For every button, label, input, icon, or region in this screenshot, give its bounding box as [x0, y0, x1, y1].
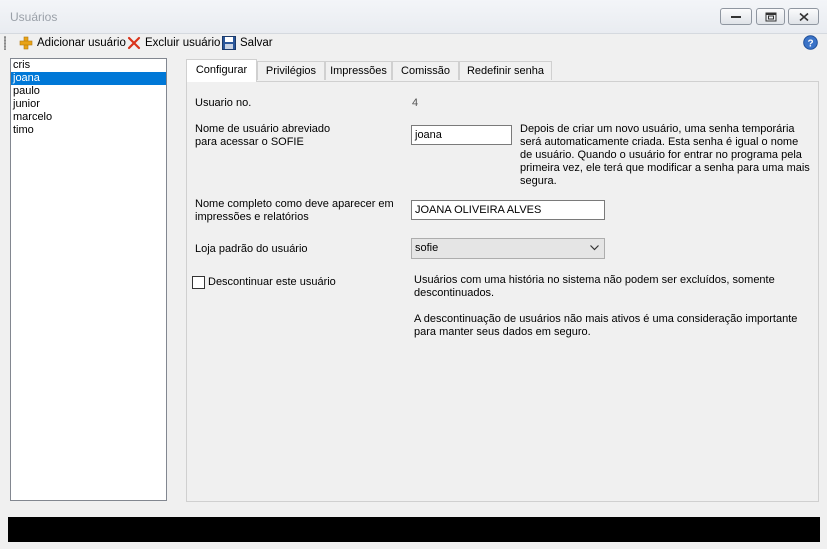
- minimize-icon: [731, 15, 741, 18]
- short-name-help-text: Depois de criar um novo usuário, uma sen…: [520, 123, 810, 187]
- window-title: Usuários: [10, 10, 58, 24]
- full-name-label-line2: impressões e relatórios: [195, 211, 309, 223]
- short-name-label-line1: Nome de usuário abreviado: [195, 123, 331, 135]
- user-no-label: Usuario no.: [195, 97, 252, 109]
- store-select-value: sofie: [415, 242, 439, 254]
- list-item[interactable]: marcelo: [11, 111, 166, 124]
- discontinue-checkbox[interactable]: [192, 276, 205, 289]
- maximize-button[interactable]: [756, 8, 785, 25]
- x-icon: [126, 35, 142, 51]
- full-name-input[interactable]: JOANA OLIVEIRA ALVES: [411, 200, 605, 220]
- list-item[interactable]: junior: [11, 98, 166, 111]
- users-window: Usuários Adicionar usuário Excluir usuár…: [0, 0, 827, 549]
- discontinue-label[interactable]: Descontinuar este usuário: [208, 276, 336, 289]
- store-select[interactable]: sofie: [411, 238, 605, 259]
- discontinue-info-2: A descontinuação de usuários não mais at…: [414, 313, 798, 338]
- list-item[interactable]: cris: [11, 59, 166, 72]
- list-item[interactable]: joana: [11, 72, 166, 85]
- save-button[interactable]: Salvar: [221, 34, 273, 52]
- tab-impressoes[interactable]: Impressões: [325, 61, 392, 80]
- tab-comissao[interactable]: Comissão: [392, 61, 459, 80]
- delete-user-button[interactable]: Excluir usuário: [126, 34, 220, 52]
- toolbar: Adicionar usuário Excluir usuário Salvar…: [0, 33, 827, 53]
- list-item[interactable]: timo: [11, 124, 166, 137]
- store-label: Loja padrão do usuário: [195, 243, 308, 255]
- tab-redefinir-senha[interactable]: Redefinir senha: [459, 61, 552, 80]
- tab-privilegios[interactable]: Privilégios: [257, 61, 325, 80]
- short-name-label: Nome de usuário abreviado para acessar o…: [195, 123, 330, 149]
- tab-configurar[interactable]: Configurar: [186, 59, 257, 82]
- user-no-value: 4: [412, 97, 419, 109]
- delete-user-label: Excluir usuário: [145, 37, 221, 49]
- user-list[interactable]: cris joana paulo junior marcelo timo: [10, 58, 167, 501]
- floppy-disk-icon: [221, 35, 237, 51]
- full-name-label: Nome completo como deve aparecer em impr…: [195, 198, 394, 224]
- discontinue-info-1: Usuários com uma história no sistema não…: [414, 274, 775, 299]
- status-bar: [8, 517, 820, 542]
- short-name-label-line2: para acessar o SOFIE: [195, 136, 304, 148]
- add-user-label: Adicionar usuário: [37, 37, 126, 49]
- add-user-button[interactable]: Adicionar usuário: [18, 34, 126, 52]
- help-question-icon[interactable]: ?: [803, 35, 818, 50]
- close-icon: [798, 12, 809, 21]
- restore-icon: [765, 12, 776, 21]
- save-label: Salvar: [240, 37, 273, 49]
- short-name-input[interactable]: joana: [411, 125, 512, 145]
- toolbar-grip[interactable]: [4, 36, 6, 50]
- list-item[interactable]: paulo: [11, 85, 166, 98]
- plus-icon: [18, 35, 34, 51]
- full-name-label-line1: Nome completo como deve aparecer em: [195, 198, 394, 210]
- minimize-button[interactable]: [720, 8, 752, 25]
- chevron-down-icon: [590, 245, 599, 251]
- svg-text:?: ?: [807, 39, 813, 50]
- close-button[interactable]: [788, 8, 819, 25]
- title-bar: Usuários: [0, 0, 827, 34]
